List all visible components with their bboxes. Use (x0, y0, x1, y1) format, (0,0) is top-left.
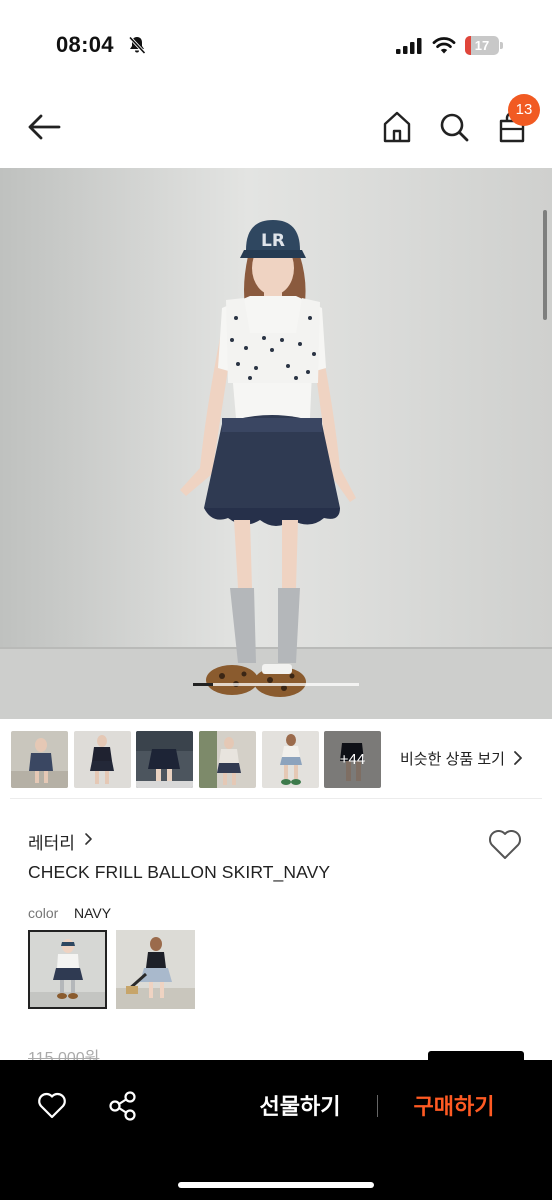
thumbnail-4[interactable] (199, 731, 256, 788)
heart-icon[interactable] (486, 826, 524, 862)
product-image-carousel[interactable]: LR (0, 168, 552, 719)
bottom-bar-divider (377, 1095, 378, 1117)
wifi-icon (432, 37, 456, 54)
home-indicator (178, 1182, 374, 1188)
section-divider (10, 798, 542, 799)
svg-text:LR: LR (261, 231, 285, 251)
gift-button[interactable]: 선물하기 (244, 1088, 356, 1126)
top-nav (0, 90, 552, 168)
product-name: CHECK FRILL BALLON SKIRT_NAVY (28, 862, 331, 882)
heart-icon[interactable] (36, 1090, 68, 1120)
thumbnail-1[interactable] (11, 731, 68, 788)
carousel-progress-track (193, 683, 359, 686)
chevron-right-icon (85, 833, 92, 845)
thumbnail-strip: +44 비슷한 상품 보기 (0, 719, 552, 799)
thumbnail-3[interactable] (136, 731, 193, 788)
chevron-right-icon (514, 751, 522, 765)
similar-products-link[interactable]: 비슷한 상품 보기 (400, 748, 505, 769)
cellular-signal-icon (396, 38, 422, 54)
color-option-navy[interactable] (28, 930, 107, 1009)
battery-level: 17 (474, 38, 490, 53)
brand-link[interactable]: 레터리 (28, 829, 75, 854)
status-bar: 08:04 17 (0, 0, 552, 90)
scroll-indicator (543, 210, 547, 320)
battery-icon: 17 (465, 36, 503, 55)
color-value: NAVY (74, 905, 112, 921)
search-icon[interactable] (438, 110, 470, 144)
home-icon[interactable] (381, 110, 413, 144)
thumbnail-more[interactable]: +44 (324, 731, 381, 788)
carousel-progress-bar (193, 683, 213, 686)
color-label: color (28, 905, 59, 921)
buy-button[interactable]: 구매하기 (398, 1088, 510, 1126)
thumbnail-5[interactable] (262, 731, 319, 788)
product-main-image: LR (0, 168, 552, 719)
cart-count-badge: 13 (508, 94, 540, 126)
status-time: 08:04 (56, 32, 114, 57)
bell-slash-icon (128, 36, 146, 55)
share-icon[interactable] (108, 1090, 138, 1122)
arrow-left-icon[interactable] (26, 112, 62, 142)
thumbnail-2[interactable] (74, 731, 131, 788)
color-option-2[interactable] (116, 930, 195, 1009)
more-images-count: +44 (324, 731, 381, 788)
bottom-action-bar (0, 1060, 552, 1200)
